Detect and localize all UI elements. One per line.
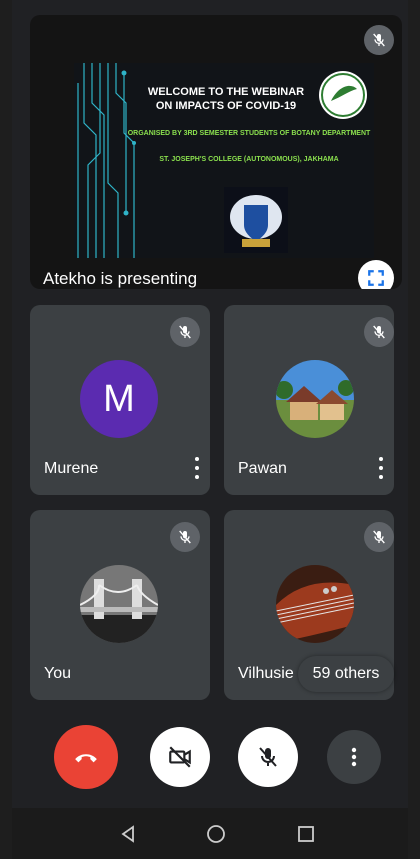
slide-college-line: ST. JOSEPH'S COLLEGE (AUTONOMOUS), JAKHA… [159,156,339,163]
participant-tile-murene[interactable]: M Murene [30,305,210,495]
others-count-button[interactable]: 59 others [298,656,394,692]
end-call-button[interactable] [54,725,118,789]
presentation-tile[interactable]: WELCOME TO THE WEBINAR ON IMPACTS OF COV… [30,15,402,289]
more-options-icon[interactable] [192,455,202,481]
avatar-letter: M [103,377,135,420]
avatar: M [80,360,158,438]
mic-off-icon [170,317,200,347]
participant-name: You [44,665,71,682]
shared-slide: WELCOME TO THE WEBINAR ON IMPACTS OF COV… [74,63,374,258]
recents-square-icon[interactable] [294,822,318,846]
back-triangle-icon[interactable] [116,822,140,846]
participant-tile-pawan[interactable]: Pawan [224,305,394,495]
mic-off-icon [170,522,200,552]
phone-hangup-icon [75,754,97,763]
home-circle-icon[interactable] [204,822,228,846]
more-options-icon[interactable] [376,455,386,481]
fullscreen-icon [368,270,384,286]
video-off-icon [169,746,191,768]
mic-toggle-button[interactable] [238,727,298,787]
avatar [80,565,158,643]
participant-name: Murene [44,460,99,477]
fullscreen-button[interactable] [358,260,394,289]
participant-name: Pawan [238,460,287,477]
presenter-label: Atekho is presenting [43,269,198,288]
avatar [276,360,354,438]
participant-name: Vilhusie [238,665,294,682]
presenter-muted-icon [364,25,394,55]
mic-off-icon [364,317,394,347]
participant-tile-you[interactable]: You [30,510,210,700]
botany-society-logo [319,71,367,119]
system-nav-bar [12,808,408,859]
mic-off-icon [259,747,277,767]
college-crest-logo [224,187,288,253]
mic-off-icon [364,522,394,552]
more-options-button[interactable] [327,730,381,784]
slide-title: WELCOME TO THE WEBINAR ON IMPACTS OF COV… [147,86,305,112]
avatar [276,565,354,643]
slide-organiser-line: ORGANISED BY 3RD SEMESTER STUDENTS OF BO… [127,130,371,137]
more-vert-icon [351,747,357,767]
camera-toggle-button[interactable] [150,727,210,787]
